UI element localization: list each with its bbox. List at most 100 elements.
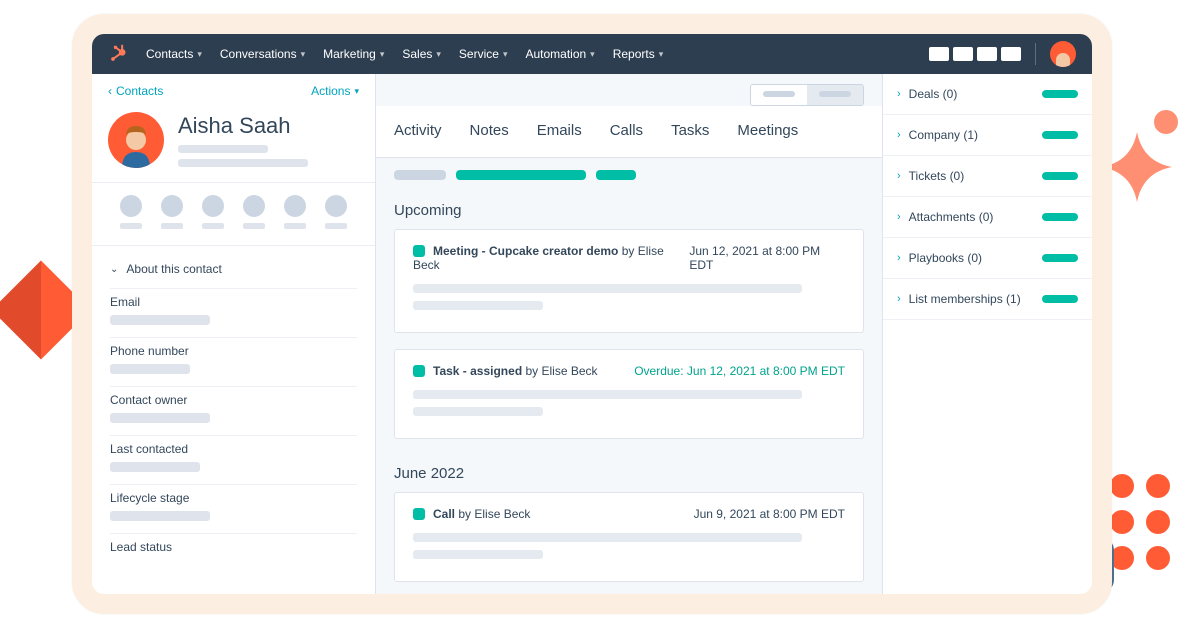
- chevron-down-icon: ▾: [301, 49, 306, 60]
- quick-action-button[interactable]: [202, 195, 224, 229]
- assoc-action-skeleton: [1042, 172, 1078, 180]
- assoc-company[interactable]: ›Company (1): [897, 128, 978, 142]
- section-upcoming: Upcoming: [376, 192, 882, 229]
- quick-action-button[interactable]: [243, 195, 265, 229]
- nav-service[interactable]: Service▾: [459, 47, 508, 61]
- tab-meetings[interactable]: Meetings: [737, 122, 798, 149]
- contact-avatar[interactable]: [108, 112, 164, 168]
- field-label: Contact owner: [110, 393, 357, 407]
- quick-action-button[interactable]: [161, 195, 183, 229]
- field-lifecycle-stage[interactable]: Lifecycle stage: [110, 484, 357, 533]
- nav-marketing[interactable]: Marketing ▾: [323, 47, 384, 61]
- contact-subtitle-skeleton: [178, 145, 308, 167]
- quick-action-button[interactable]: [325, 195, 347, 229]
- tab-calls[interactable]: Calls: [610, 122, 643, 149]
- field-email[interactable]: Email: [110, 288, 357, 337]
- back-label: Contacts: [116, 84, 163, 98]
- card-date-overdue: Overdue: Jun 12, 2021 at 8:00 PM EDT: [634, 364, 845, 378]
- nav-label: Marketing: [323, 47, 376, 61]
- assoc-action-skeleton: [1042, 131, 1078, 139]
- field-contact-owner[interactable]: Contact owner: [110, 386, 357, 435]
- field-value-skeleton: [110, 364, 190, 374]
- chevron-down-icon: ▾: [436, 49, 441, 60]
- chevron-right-icon: ›: [897, 129, 901, 141]
- back-to-contacts-link[interactable]: ‹ Contacts: [108, 84, 163, 98]
- nav-label: Sales: [402, 47, 432, 61]
- activity-card-task[interactable]: Task - assigned by Elise Beck Overdue: J…: [394, 349, 864, 439]
- chevron-down-icon: ▾: [590, 49, 595, 60]
- chevron-down-icon: ⌄: [110, 264, 118, 275]
- chevron-left-icon: ‹: [108, 84, 112, 98]
- about-section-toggle[interactable]: ⌄ About this contact: [110, 254, 357, 288]
- actions-dropdown[interactable]: Actions ▾: [311, 84, 359, 98]
- card-date: Jun 9, 2021 at 8:00 PM EDT: [694, 507, 845, 521]
- assoc-playbooks[interactable]: ›Playbooks (0): [897, 251, 982, 265]
- field-phone[interactable]: Phone number: [110, 337, 357, 386]
- hubspot-logo-icon[interactable]: [108, 44, 128, 64]
- activity-card-call[interactable]: Call by Elise Beck Jun 9, 2021 at 8:00 P…: [394, 492, 864, 582]
- tab-notes[interactable]: Notes: [470, 122, 509, 149]
- chevron-down-icon: ▾: [197, 49, 202, 60]
- quick-action-button[interactable]: [284, 195, 306, 229]
- card-title: Meeting - Cupcake creator demo by Elise …: [413, 244, 689, 272]
- chevron-right-icon: ›: [897, 252, 901, 264]
- card-title: Call by Elise Beck: [413, 507, 530, 521]
- card-body-skeleton: [413, 390, 845, 416]
- tab-activity[interactable]: Activity: [394, 122, 442, 149]
- assoc-tickets[interactable]: ›Tickets (0): [897, 169, 964, 183]
- nav-label: Service: [459, 47, 499, 61]
- nav-utility-buttons[interactable]: [929, 47, 1021, 61]
- section-june: June 2022: [376, 455, 882, 492]
- chevron-down-icon: ▾: [354, 86, 359, 97]
- field-lead-status[interactable]: Lead status: [110, 533, 357, 572]
- actions-label: Actions: [311, 84, 350, 98]
- activity-feed: Activity Notes Emails Calls Tasks Meetin…: [376, 74, 882, 594]
- field-last-contacted[interactable]: Last contacted: [110, 435, 357, 484]
- assoc-deals[interactable]: ›Deals (0): [897, 87, 957, 101]
- decorative-sparkle: [1102, 132, 1172, 202]
- nav-label: Conversations: [220, 47, 297, 61]
- quick-action-button[interactable]: [120, 195, 142, 229]
- nav-label: Reports: [613, 47, 655, 61]
- card-title: Task - assigned by Elise Beck: [413, 364, 598, 378]
- field-label: Phone number: [110, 344, 357, 358]
- activity-type-icon: [413, 245, 425, 257]
- assoc-attachments[interactable]: ›Attachments (0): [897, 210, 993, 224]
- contact-sidebar: ‹ Contacts Actions ▾ Aisha Saah: [92, 74, 376, 594]
- card-body-skeleton: [413, 533, 845, 559]
- activity-type-icon: [413, 508, 425, 520]
- field-value-skeleton: [110, 462, 200, 472]
- divider: [1035, 43, 1036, 65]
- tab-emails[interactable]: Emails: [537, 122, 582, 149]
- assoc-action-skeleton: [1042, 254, 1078, 262]
- assoc-list-memberships[interactable]: ›List memberships (1): [897, 292, 1021, 306]
- nav-label: Contacts: [146, 47, 193, 61]
- decorative-dot: [1154, 110, 1178, 134]
- chevron-right-icon: ›: [897, 293, 901, 305]
- chevron-right-icon: ›: [897, 88, 901, 100]
- associations-sidebar: ›Deals (0) ›Company (1) ›Tickets (0) ›At…: [882, 74, 1092, 594]
- chevron-right-icon: ›: [897, 211, 901, 223]
- activity-card-meeting[interactable]: Meeting - Cupcake creator demo by Elise …: [394, 229, 864, 333]
- assoc-action-skeleton: [1042, 295, 1078, 303]
- nav-label: Automation: [525, 47, 586, 61]
- app-window: Contacts ▾ Conversations ▾ Marketing ▾ Sale…: [72, 14, 1112, 614]
- contact-quick-actions: [92, 183, 375, 246]
- tab-tasks[interactable]: Tasks: [671, 122, 709, 149]
- field-label: Email: [110, 295, 357, 309]
- contact-name: Aisha Saah: [178, 113, 308, 139]
- field-label: Lead status: [110, 540, 357, 554]
- top-nav: Contacts ▾ Conversations ▾ Marketing ▾ Sale…: [92, 34, 1092, 74]
- field-label: Lifecycle stage: [110, 491, 357, 505]
- card-date: Jun 12, 2021 at 8:00 PM EDT: [689, 244, 845, 272]
- view-toggle[interactable]: [750, 84, 864, 106]
- nav-conversations[interactable]: Conversations ▾: [220, 47, 305, 61]
- nav-automation[interactable]: Automation ▾: [525, 47, 594, 61]
- chevron-down-icon: ▾: [380, 49, 385, 60]
- user-avatar[interactable]: [1050, 41, 1076, 67]
- nav-reports[interactable]: Reports▾: [613, 47, 664, 61]
- about-section-label: About this contact: [126, 262, 221, 276]
- nav-sales[interactable]: Sales ▾: [402, 47, 441, 61]
- filter-pills[interactable]: [376, 158, 882, 192]
- nav-contacts[interactable]: Contacts ▾: [146, 47, 202, 61]
